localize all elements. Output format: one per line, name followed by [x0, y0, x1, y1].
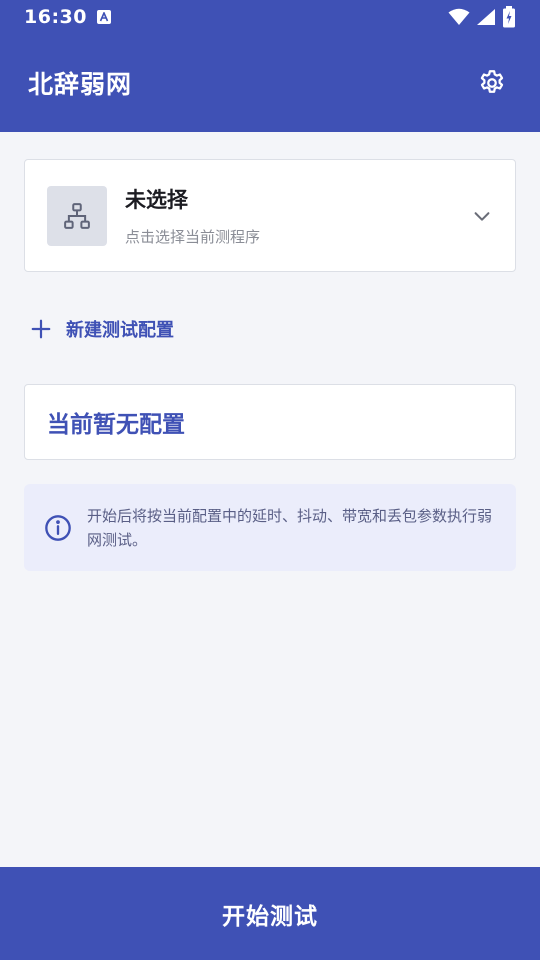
current-config-card: 当前暂无配置: [24, 384, 516, 460]
chevron-down-icon: [471, 205, 493, 227]
wifi-icon: [448, 8, 470, 25]
program-selector[interactable]: 未选择 点击选择当前测程序: [24, 159, 516, 272]
status-icons: [448, 6, 516, 28]
new-config-button[interactable]: 新建测试配置: [30, 312, 174, 346]
new-config-label: 新建测试配置: [66, 320, 174, 341]
info-text: 开始后将按当前配置中的延时、抖动、带宽和丢包参数执行弱网测试。: [87, 506, 493, 549]
info-icon: [44, 514, 72, 542]
start-test-button[interactable]: 开始测试: [0, 867, 540, 960]
app-title: 北辞弱网: [28, 70, 133, 99]
signal-icon: [477, 9, 495, 25]
battery-charging-icon: [503, 6, 515, 28]
status-time: 16:30: [24, 6, 87, 28]
info-box: 开始后将按当前配置中的延时、抖动、带宽和丢包参数执行弱网测试。: [24, 484, 516, 571]
app-screen: 16:30 北辞弱网 未选择 点击选择当前测程序 新建测试配置 当前暂无配置 开…: [0, 0, 540, 960]
plus-icon: [31, 319, 51, 339]
program-selector-text: 未选择 点击选择当前测程序: [125, 184, 260, 247]
status-bar: 16:30: [0, 0, 540, 34]
network-hierarchy-icon: [64, 202, 90, 229]
start-test-label: 开始测试: [222, 903, 318, 930]
app-bar: 北辞弱网: [0, 34, 540, 132]
program-icon-box: [47, 185, 107, 246]
program-selector-title: 未选择: [125, 188, 188, 212]
settings-button[interactable]: [472, 63, 512, 103]
gear-icon: [480, 70, 504, 93]
program-selector-subtitle: 点击选择当前测程序: [125, 228, 261, 246]
current-config-empty-text: 当前暂无配置: [47, 412, 185, 438]
a-icon: [96, 10, 111, 24]
